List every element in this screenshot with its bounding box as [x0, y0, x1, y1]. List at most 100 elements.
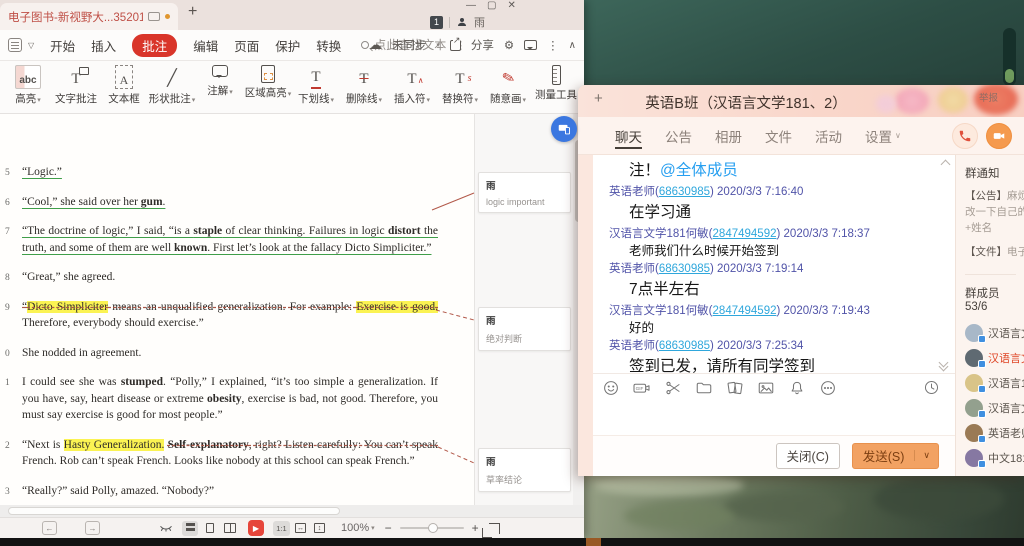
tab-设置[interactable]: 设置∨ — [865, 117, 901, 154]
zoom-caret-icon[interactable]: ▾ — [371, 524, 375, 532]
file-menu-caret-icon[interactable]: ▽ — [28, 41, 34, 50]
tool-freedraw[interactable]: ✎ 随意画▾ — [484, 65, 532, 113]
pdf-document-tab[interactable]: 电子图书-新视野大...35201.pdf — [0, 3, 178, 30]
more-menu-icon[interactable]: ⋮ — [547, 38, 559, 52]
fullscreen-icon[interactable] — [489, 523, 500, 534]
voice-call-button[interactable] — [952, 123, 978, 149]
user-avatar-icon[interactable] — [456, 16, 468, 28]
menu-item[interactable]: 开始 — [50, 36, 75, 55]
mention-link[interactable]: @全体成员 — [660, 162, 738, 179]
member-row[interactable]: 中文181 — [965, 445, 1024, 470]
folder-icon[interactable] — [694, 378, 713, 397]
tool-replace[interactable]: T 替换符▾ — [436, 65, 484, 113]
sync-status-label[interactable]: 未同步 — [392, 37, 427, 53]
member-row[interactable]: 汉语言18 — [965, 370, 1024, 395]
send-options-caret-icon[interactable]: ∨ — [914, 450, 938, 461]
gif-icon[interactable]: GIF — [632, 378, 651, 397]
single-page-view-button[interactable] — [202, 521, 218, 536]
sender-uid-link[interactable]: 68630985 — [659, 340, 710, 352]
report-link[interactable]: 举报 — [979, 90, 998, 104]
comment-card[interactable]: 雨 草率结论 — [478, 448, 571, 492]
tool-text-box[interactable]: A 文本框 — [100, 65, 148, 113]
file-menu-icon[interactable] — [8, 38, 22, 52]
screenshot-icon[interactable] — [663, 378, 682, 397]
group-notices[interactable]: 【公告】麻烦进改一下自己的+姓名【文件】电子 — [965, 188, 1024, 260]
message-history-icon[interactable] — [922, 378, 941, 397]
menu-item[interactable]: 页面 — [234, 36, 259, 55]
new-tab-button[interactable]: + — [188, 3, 197, 21]
fit-page-button[interactable]: ↕ — [311, 521, 328, 536]
chat-message-log[interactable]: 注！@全体成员英语老师(68630985) 2020/3/3 7:16:40在学… — [593, 155, 955, 373]
prev-view-button[interactable]: ← — [42, 521, 57, 535]
message-textarea[interactable] — [593, 401, 955, 435]
menu-item[interactable]: 保护 — [275, 36, 300, 55]
tool-note[interactable]: 注解▾ — [196, 65, 244, 113]
chat-input-area[interactable] — [593, 401, 955, 435]
tool-strikeout[interactable]: T 删除线▾ — [340, 65, 388, 113]
menu-item[interactable]: 插入 — [91, 36, 116, 55]
comment-card[interactable]: 雨 logic important — [478, 172, 571, 213]
cloud-sync-icon[interactable]: ☁ — [369, 37, 382, 53]
tab-文件[interactable]: 文件 — [765, 117, 792, 154]
member-row[interactable]: 英语老师 — [965, 420, 1024, 445]
facing-view-button[interactable] — [222, 521, 238, 536]
tool-area-highlight[interactable]: 区域高亮▾ — [244, 65, 292, 113]
tool-measure[interactable]: 测量工具 — [532, 65, 580, 113]
zoom-in-button[interactable]: + — [472, 521, 479, 535]
collapse-ribbon-icon[interactable]: ∧ — [569, 40, 576, 51]
smiley-icon[interactable] — [601, 378, 620, 397]
tool-text-note[interactable]: T 文字批注 — [52, 65, 100, 113]
member-row[interactable]: 汉语言文 — [965, 345, 1024, 370]
share-icon[interactable] — [450, 40, 461, 51]
tab-公告[interactable]: 公告 — [665, 117, 692, 154]
mobile-sync-button[interactable] — [551, 116, 577, 142]
tool-shape-note[interactable]: ╱ 形状批注▾ — [148, 65, 196, 113]
scroll-down-icon[interactable] — [940, 359, 949, 369]
share-label[interactable]: 分享 — [471, 37, 494, 53]
maximize-button[interactable]: ▢ — [487, 0, 496, 12]
sender-uid-link[interactable]: 2847494592 — [713, 228, 777, 240]
tab-聊天[interactable]: 聊天 — [615, 117, 642, 154]
actual-size-button[interactable]: 1:1 — [273, 521, 290, 536]
member-row[interactable]: 汉语言文 — [965, 395, 1024, 420]
horizontal-scrollbar[interactable] — [0, 505, 584, 517]
menu-item[interactable]: 编辑 — [193, 36, 218, 55]
fit-width-button[interactable]: ↔ — [292, 521, 309, 536]
sender-uid-link[interactable]: 2847494592 — [713, 305, 777, 317]
next-view-button[interactable]: → — [85, 521, 100, 535]
tool-caret[interactable]: T 插入符▾ — [388, 65, 436, 113]
collage-icon[interactable] — [725, 378, 744, 397]
video-call-button[interactable] — [986, 123, 1012, 149]
settings-gear-icon[interactable]: ⚙ — [504, 38, 514, 52]
close-chat-button[interactable]: 关闭(C) — [776, 443, 840, 469]
username-label[interactable]: 雨 — [474, 14, 485, 30]
sender-uid-link[interactable]: 68630985 — [659, 263, 710, 275]
tool-highlight[interactable]: abc 高亮▾ — [4, 65, 52, 113]
zoom-slider-knob[interactable] — [428, 523, 438, 533]
more-icon[interactable] — [818, 378, 837, 397]
notice-line[interactable]: 改一下自己的 — [965, 204, 1024, 220]
tab-活动[interactable]: 活动 — [815, 117, 842, 154]
continuous-view-button[interactable] — [182, 521, 198, 536]
play-slideshow-button[interactable]: ▶ — [248, 520, 264, 536]
member-row[interactable]: 汉语言文 — [965, 320, 1024, 345]
hide-annotations-icon[interactable] — [158, 522, 174, 535]
tab-相册[interactable]: 相册 — [715, 117, 742, 154]
zoom-slider[interactable] — [400, 527, 464, 529]
comment-card[interactable]: 雨 绝对判断 — [478, 307, 571, 351]
zoom-out-button[interactable]: − — [385, 521, 392, 535]
notice-line[interactable]: 【公告】麻烦进 — [965, 188, 1024, 204]
feedback-bubble-icon[interactable] — [524, 40, 537, 50]
notice-line[interactable]: 【文件】电子 — [965, 244, 1024, 260]
bell-icon[interactable] — [787, 378, 806, 397]
menu-item[interactable]: 批注 — [132, 34, 177, 57]
image-icon[interactable] — [756, 378, 775, 397]
close-button[interactable]: ✕ — [507, 0, 515, 12]
menu-item[interactable]: 转换 — [316, 36, 341, 55]
tool-underline[interactable]: T 下划线▾ — [292, 65, 340, 113]
notice-line[interactable]: +姓名 — [965, 220, 1024, 236]
minimize-button[interactable]: — — [466, 0, 476, 12]
scroll-up-icon[interactable] — [941, 160, 951, 170]
sender-uid-link[interactable]: 68630985 — [659, 186, 710, 198]
send-button[interactable]: 发送(S) ∨ — [852, 443, 939, 469]
